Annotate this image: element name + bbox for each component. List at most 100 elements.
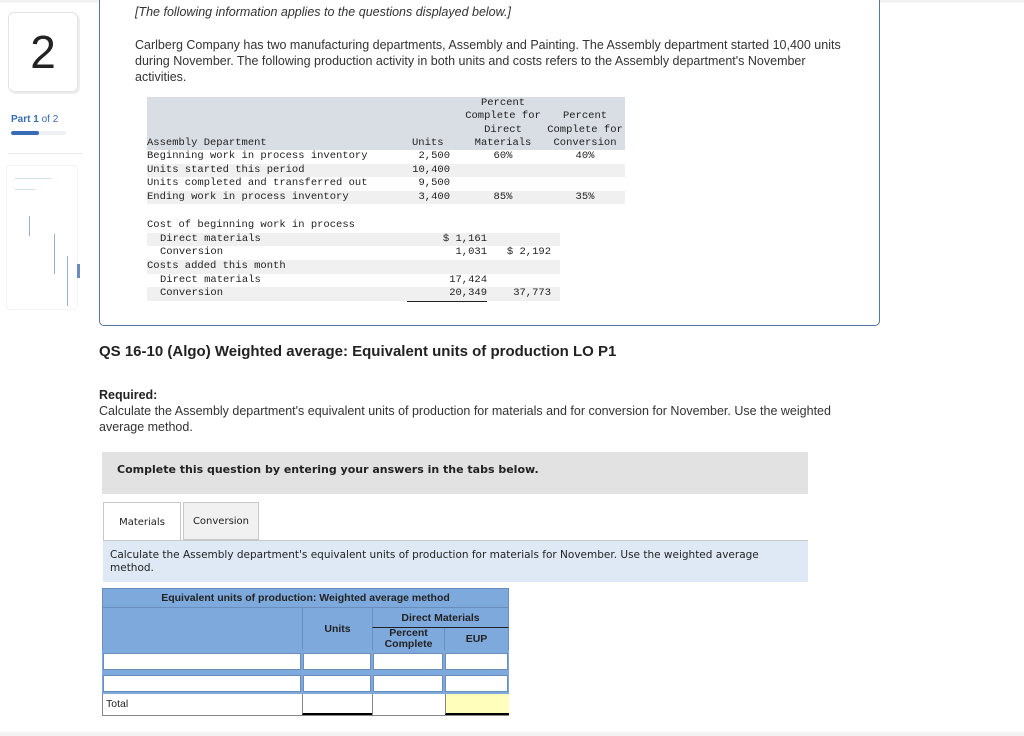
cost-label: Costs added this month [147,260,286,273]
thumb-line [15,178,51,179]
cost-row: Conversion 1,031 $ 2,192 [147,246,560,261]
thumb-line [67,256,68,306]
units-row: Units completed and transferred out 9,50… [147,177,625,191]
question-number-card[interactable]: 2 [8,12,78,92]
cost-row: Direct materials $ 1,161 [147,232,560,247]
total-eup-cell [445,694,509,715]
eup-input[interactable] [445,675,508,692]
cost-label: Cost of beginning work in process [147,219,355,231]
thumb-line [54,234,55,274]
header-blank [102,608,302,650]
info-paragraph: Carlberg Company has two manufacturing d… [135,38,841,84]
cost-amount: $ 1,161 [442,232,487,245]
cost-label: Direct materials [160,273,261,286]
eup-table-title: Equivalent units of production: Weighted… [102,588,509,608]
tab-description: Calculate the Assembly department's equi… [103,541,808,582]
required-text: Calculate the Assembly department's equi… [99,404,831,434]
required-label: Required: [99,388,158,402]
header-conv-line: Conversion [553,136,617,149]
eup-table: Equivalent units of production: Weighted… [102,588,509,716]
header-dm-line: Complete for [465,110,541,123]
part-prefix: Part [11,114,31,125]
bottom-divider [0,732,1024,736]
total-percent-cell [372,694,445,715]
row-label-input[interactable] [103,653,301,670]
part-current: 1 [33,114,39,125]
units-table-header: Assembly Department Units Percent Comple… [147,97,625,150]
question-thumbnail[interactable] [6,165,80,310]
eup-input[interactable] [445,653,508,670]
header-department: Assembly Department [147,136,267,149]
cost-table: Cost of beginning work in process Direct… [147,219,560,302]
percent-input[interactable] [373,653,443,670]
question-title: QS 16-10 (Algo) Weighted average: Equiva… [99,343,617,360]
row-units: 10,400 [412,163,450,176]
total-label: Total [106,698,129,710]
cost-row: Costs added this month [147,260,560,274]
header-dm-line: Percent [480,97,526,109]
units-input[interactable] [303,675,371,692]
eup-input-row [102,650,509,672]
cost-amount: 17,424 [449,273,487,286]
cost-row: Cost of beginning work in process [147,219,560,233]
instruction-text: Complete this question by entering your … [117,463,539,476]
info-intro: [The following information applies to th… [135,5,511,19]
header-percent-complete: Percent Complete [372,628,444,650]
cost-row: Direct materials 17,424 [147,274,560,288]
header-dm-line: Materials [474,136,532,149]
thumb-line [77,264,80,278]
sidebar-divider [8,153,82,154]
cost-label: Conversion [160,287,224,300]
header-conv-line: Percent [562,110,608,123]
header-conv-pct: Percent Complete for Conversion [545,110,625,150]
header-dm-line: Direct [484,123,522,136]
total-units-cell [302,694,372,715]
row-label: Beginning work in process inventory [147,150,368,162]
header-units: Units [412,136,444,149]
units-input[interactable] [303,653,371,670]
eup-table-header: Units Direct Materials Percent Complete … [102,608,509,650]
row-dm-pct: 85% [493,190,513,203]
cost-total: 37,773 [513,287,551,300]
part-progress-bar [11,131,66,135]
row-conv-pct: 35% [575,190,595,203]
part-progress-fill [11,131,39,135]
units-row: Units started this period 10,400 [147,163,625,177]
header-direct-materials: Direct Materials [372,608,509,628]
row-units: 3,400 [418,190,450,203]
units-row: Ending work in process inventory 3,400 8… [147,190,625,204]
header-eup: EUP [444,628,509,650]
cost-total: $ 2,192 [506,246,551,259]
eup-total-row: Total [102,694,509,716]
row-dm-pct: 60% [493,150,513,162]
tab-description-text: Calculate the Assembly department's equi… [110,549,759,574]
header-units: Units [302,608,372,650]
question-number: 2 [30,26,56,78]
units-row: Beginning work in process inventory 2,50… [147,150,625,164]
units-table: Assembly Department Units Percent Comple… [147,97,625,204]
instruction-bar: Complete this question by entering your … [102,452,808,494]
header-dm-pct: Percent Complete for Direct Materials [459,97,547,150]
row-conv-pct: 40% [575,150,595,162]
cost-row: Conversion 20,349 37,773 [147,287,560,302]
part-suffix: of 2 [41,114,59,125]
row-units: 9,500 [418,177,450,189]
eup-input-row [102,672,509,694]
row-label: Ending work in process inventory [147,190,349,203]
thumb-line [29,216,30,236]
row-label: Units completed and transferred out [147,177,368,189]
cost-label: Direct materials [160,232,261,245]
row-label: Units started this period [147,163,305,176]
header-conv-line: Complete for [547,123,623,136]
shared-info-box: [The following information applies to th… [99,0,880,326]
cost-amount: 1,031 [407,246,487,261]
percent-input[interactable] [373,675,443,692]
part-indicator: Part 1 of 2 [11,114,58,125]
cost-amount: 20,349 [407,287,487,302]
row-units: 2,500 [418,150,450,162]
tab-conversion[interactable]: Conversion [183,502,259,540]
tab-materials[interactable]: Materials [103,502,181,541]
row-label-input[interactable] [103,675,301,692]
thumb-line [15,189,35,190]
cost-label: Conversion [160,246,224,259]
